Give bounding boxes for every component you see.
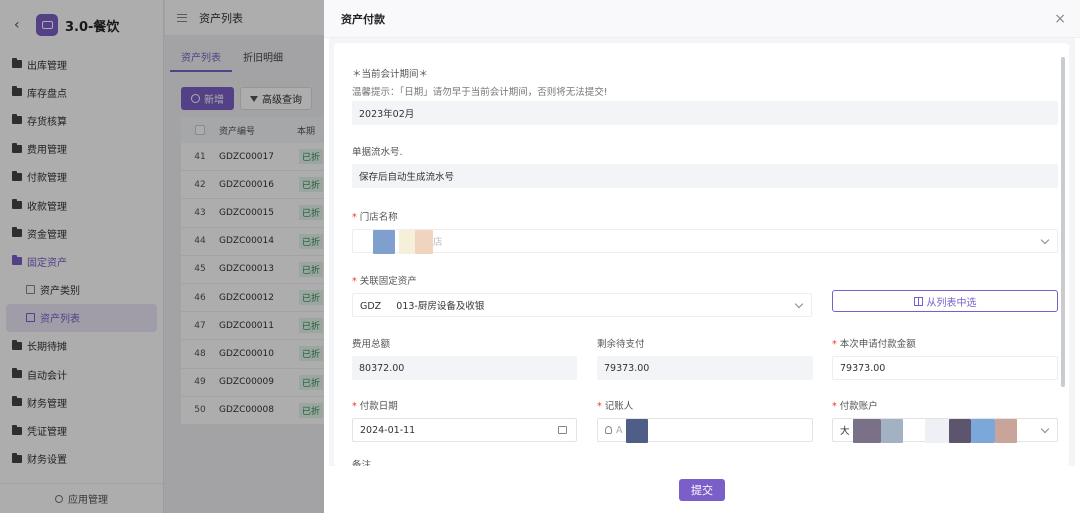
total-input: 80372.00 xyxy=(352,356,577,380)
date-picker[interactable]: 2024-01-11 xyxy=(352,418,577,442)
account-field: 付款账户 大 xyxy=(832,400,1058,443)
remain-input: 79373.00 xyxy=(597,356,813,380)
chevron-down-icon xyxy=(1040,424,1050,434)
date-field: 付款日期 2024-01-11 xyxy=(352,400,577,442)
apply-label: 本次申请付款金额 xyxy=(832,338,1058,352)
grid-icon xyxy=(913,296,923,306)
asset-value: GDZ 013-厨房设备及收银 xyxy=(360,301,485,312)
date-label: 付款日期 xyxy=(352,400,577,414)
chevron-down-icon xyxy=(1040,235,1050,245)
asset-label: 关联固定资产 xyxy=(352,275,812,289)
remain-label: 剩余待支付 xyxy=(597,339,645,350)
account-select[interactable]: 大 xyxy=(832,418,1058,443)
recorder-field: 记账人 A xyxy=(597,400,813,443)
remark-label: 备注 xyxy=(352,460,372,466)
asset-field: 关联固定资产 GDZ 013-厨房设备及收银 xyxy=(352,275,812,317)
store-value-tail: 店 xyxy=(433,237,443,248)
close-icon[interactable]: × xyxy=(1054,11,1066,27)
pick-from-list-button[interactable]: 从列表中选 xyxy=(832,290,1058,312)
remark-field: 备注 xyxy=(352,459,1058,466)
form-card: ＊当前会计期间＊ 温馨提示：「日期」请勿早于当前会计期间，否则将无法提交! 20… xyxy=(334,43,1069,466)
redacted-block xyxy=(925,419,949,443)
account-label: 付款账户 xyxy=(832,400,1058,414)
apply-amount-input[interactable]: 79373.00 xyxy=(832,356,1058,380)
remain-field: 剩余待支付 79373.00 xyxy=(597,338,813,380)
redacted-block xyxy=(626,419,648,443)
redacted-block xyxy=(881,419,903,443)
redacted-block xyxy=(853,419,881,443)
asset-select[interactable]: GDZ 013-厨房设备及收银 xyxy=(352,293,812,317)
redacted-block xyxy=(373,230,395,254)
scrollbar[interactable] xyxy=(1061,57,1065,387)
recorder-label: 记账人 xyxy=(597,400,813,414)
apply-field: 本次申请付款金额 79373.00 xyxy=(832,338,1058,380)
serial-input: 保存后自动生成流水号 xyxy=(352,164,1058,188)
total-label: 费用总额 xyxy=(352,339,391,350)
period-input: 2023年02月 xyxy=(352,101,1058,125)
redacted-block xyxy=(949,419,971,443)
store-label: 门店名称 xyxy=(352,211,1058,225)
period-hint: 温馨提示：「日期」请勿早于当前会计期间，否则将无法提交! xyxy=(352,87,608,98)
redacted-block xyxy=(995,419,1017,443)
person-icon xyxy=(605,426,612,434)
period-label: ＊当前会计期间＊ xyxy=(352,69,429,80)
store-select[interactable]: 店 xyxy=(352,229,1058,254)
total-field: 费用总额 80372.00 xyxy=(352,338,577,380)
modal-overlay[interactable] xyxy=(0,0,324,513)
account-prefix: 大 xyxy=(840,426,850,437)
redacted-block xyxy=(399,230,415,254)
period-field: ＊当前会计期间＊ 温馨提示：「日期」请勿早于当前会计期间，否则将无法提交! 20… xyxy=(352,68,1058,125)
pick-from-list-label: 从列表中选 xyxy=(926,297,977,309)
drawer-footer: 提交 xyxy=(324,466,1080,513)
redacted-block xyxy=(971,419,995,443)
serial-field: 单据流水号. 保存后自动生成流水号 xyxy=(352,146,1058,188)
chevron-down-icon xyxy=(794,299,804,309)
recorder-prefix: A xyxy=(616,424,623,436)
submit-button[interactable]: 提交 xyxy=(679,478,725,501)
drawer-body: ＊当前会计期间＊ 温馨提示：「日期」请勿早于当前会计期间，否则将无法提交! 20… xyxy=(329,38,1075,466)
store-field: 门店名称 店 xyxy=(352,211,1058,254)
pick-from-list-wrap: 从列表中选 xyxy=(832,290,1058,312)
calendar-icon xyxy=(558,426,567,434)
drawer-title: 资产付款 xyxy=(341,12,385,26)
serial-label: 单据流水号. xyxy=(352,147,403,158)
asset-payment-drawer: 资产付款 × ＊当前会计期间＊ 温馨提示：「日期」请勿早于当前会计期间，否则将无… xyxy=(324,0,1080,513)
drawer-header: 资产付款 × xyxy=(324,0,1080,38)
date-value: 2024-01-11 xyxy=(360,424,416,436)
redacted-block xyxy=(415,230,433,254)
recorder-select[interactable]: A xyxy=(597,418,813,443)
